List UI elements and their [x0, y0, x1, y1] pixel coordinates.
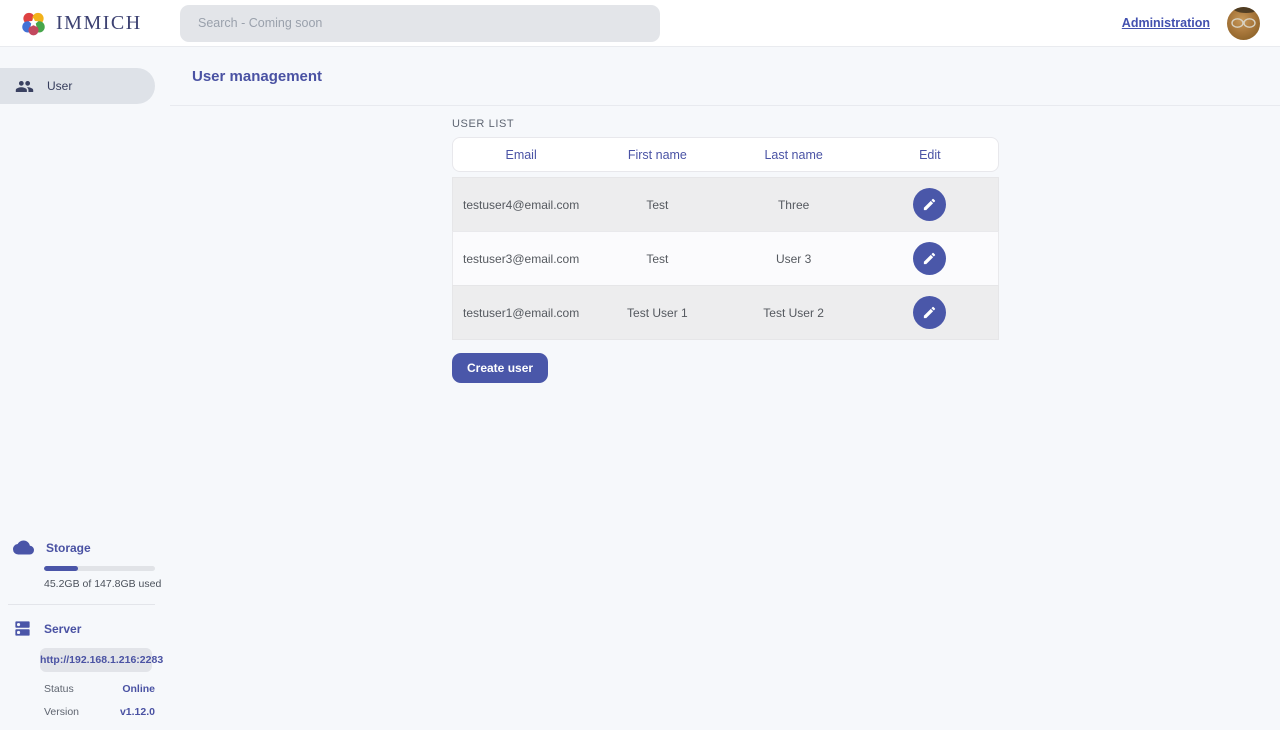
- users-group-icon: [15, 77, 34, 96]
- create-user-button[interactable]: Create user: [452, 353, 548, 383]
- sidebar-footer: Storage 45.2GB of 147.8GB used Server ht…: [0, 537, 170, 718]
- table-header-row: Email First name Last name Edit: [452, 137, 999, 172]
- cloud-icon: [13, 537, 34, 558]
- cell-first-name: Test: [589, 198, 725, 212]
- cell-last-name: Test User 2: [726, 306, 862, 320]
- pencil-icon: [922, 251, 937, 266]
- brand-wordmark: IMMICH: [56, 12, 142, 35]
- server-version-row: Version v1.12.0: [44, 706, 155, 718]
- storage-title: Storage: [46, 541, 91, 555]
- server-status-row: Status Online: [44, 683, 155, 695]
- col-header-last-name: Last name: [726, 148, 862, 162]
- pencil-icon: [922, 197, 937, 212]
- administration-link[interactable]: Administration: [1122, 16, 1210, 30]
- cell-last-name: User 3: [726, 252, 862, 266]
- sidebar-item-label: User: [47, 79, 72, 93]
- table-row: testuser3@email.com Test User 3: [452, 231, 999, 286]
- server-url-badge: http://192.168.1.216:2283: [40, 648, 152, 672]
- content-area: USER LIST Email First name Last name Edi…: [170, 106, 1280, 383]
- cell-last-name: Three: [726, 198, 862, 212]
- status-value: Online: [122, 683, 155, 695]
- server-icon: [13, 619, 32, 638]
- col-header-edit: Edit: [862, 148, 998, 162]
- col-header-first-name: First name: [589, 148, 725, 162]
- table-body: testuser4@email.com Test Three te: [452, 177, 999, 340]
- cell-first-name: Test: [589, 252, 725, 266]
- user-table: Email First name Last name Edit testuser…: [452, 137, 999, 340]
- storage-progress-fill: [44, 566, 78, 571]
- server-title: Server: [44, 622, 81, 636]
- storage-section-header: Storage: [0, 537, 170, 558]
- edit-user-button[interactable]: [913, 188, 946, 221]
- user-avatar[interactable]: [1227, 7, 1260, 40]
- cell-first-name: Test User 1: [589, 306, 725, 320]
- storage-progress-bar: [44, 566, 155, 571]
- server-section-header: Server: [0, 619, 170, 638]
- sidebar-divider: [8, 604, 155, 605]
- col-header-email: Email: [453, 148, 589, 162]
- table-row: testuser4@email.com Test Three: [452, 177, 999, 232]
- edit-user-button[interactable]: [913, 242, 946, 275]
- page-title-bar: User management: [170, 47, 1280, 106]
- search-input[interactable]: [180, 5, 660, 42]
- sidebar: User Storage 45.2GB of 147.8GB used: [0, 47, 170, 730]
- cell-email: testuser4@email.com: [453, 198, 589, 212]
- pencil-icon: [922, 305, 937, 320]
- page-title: User management: [192, 68, 322, 85]
- top-bar: IMMICH Administration: [0, 0, 1280, 47]
- edit-user-button[interactable]: [913, 296, 946, 329]
- cell-email: testuser3@email.com: [453, 252, 589, 266]
- immich-flower-icon: [20, 10, 47, 37]
- immich-logo[interactable]: IMMICH: [20, 10, 180, 37]
- sidebar-item-user[interactable]: User: [0, 68, 155, 104]
- storage-usage-text: 45.2GB of 147.8GB used: [44, 578, 170, 590]
- user-list-label: USER LIST: [452, 118, 1280, 130]
- status-label: Status: [44, 683, 74, 695]
- main-panel: User management USER LIST Email First na…: [170, 47, 1280, 730]
- version-label: Version: [44, 706, 79, 718]
- cell-email: testuser1@email.com: [453, 306, 589, 320]
- version-value: v1.12.0: [120, 706, 155, 718]
- table-row: testuser1@email.com Test User 1 Test Use…: [452, 285, 999, 340]
